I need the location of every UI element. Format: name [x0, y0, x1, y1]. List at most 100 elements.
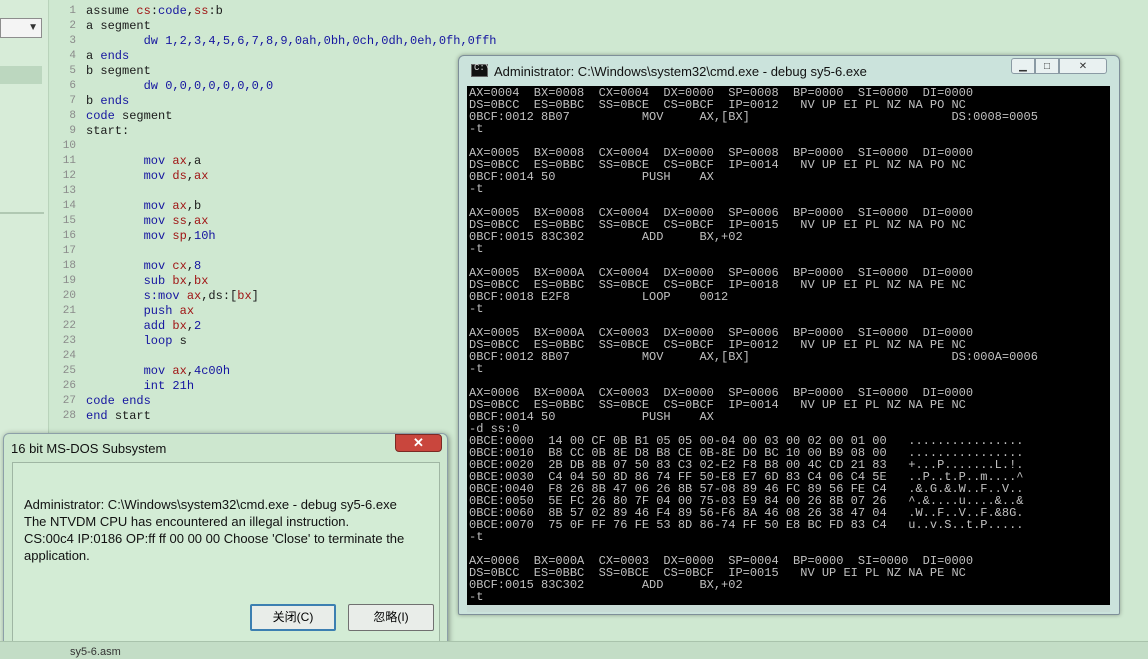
code-line[interactable]: b ends [86, 94, 496, 109]
maximize-button[interactable]: □ [1035, 58, 1059, 74]
console-line: -t [469, 182, 484, 196]
console-line: -t [469, 530, 484, 544]
cmd-title-bar[interactable]: C:\ Administrator: C:\Windows\system32\cm… [471, 63, 867, 79]
line-number: 21 [62, 305, 76, 317]
cmd-title-text: Administrator: C:\Windows\system32\cmd.e… [494, 64, 867, 79]
code-area[interactable]: assume cs:code,ss:b a segment dw 1,2,3,4,… [86, 4, 496, 424]
code-line[interactable]: mov ax,4c00h [86, 364, 496, 379]
code-token: , [186, 319, 195, 333]
close-app-button[interactable]: 关闭(C) [250, 604, 336, 631]
code-line[interactable]: end start [86, 409, 496, 424]
line-number: 15 [62, 215, 76, 227]
code-line[interactable]: a segment [86, 19, 496, 34]
console-line: 0BCF:0014 50 PUSH AX [469, 170, 714, 184]
line-number: 5 [69, 65, 76, 77]
code-line[interactable]: mov sp,10h [86, 229, 496, 244]
code-line[interactable]: mov ax,b [86, 199, 496, 214]
file-dropdown[interactable]: ▼ [0, 18, 42, 38]
code-token: mov [143, 199, 173, 213]
code-line[interactable]: code segment [86, 109, 496, 124]
line-number: 26 [62, 380, 76, 392]
code-line[interactable]: code ends [86, 394, 496, 409]
code-token: ax [172, 364, 187, 378]
dialog-message-line: application. [24, 548, 90, 563]
code-line[interactable]: add bx,2 [86, 319, 496, 334]
code-token: mov [143, 169, 173, 183]
line-number: 28 [62, 410, 76, 422]
code-line[interactable]: push ax [86, 304, 496, 319]
close-button[interactable]: ✕ [1059, 58, 1107, 74]
dialog-message-line: The NTVDM CPU has encountered an illegal… [24, 514, 350, 529]
code-token: push [143, 304, 180, 318]
dialog-message: Administrator: C:\Windows\system32\cmd.e… [24, 496, 424, 564]
code-token: cs [136, 4, 151, 18]
code-token: ] [251, 289, 259, 303]
line-number: 12 [62, 170, 76, 182]
minimize-button[interactable]: ▁ [1011, 58, 1035, 74]
code-token: add [143, 319, 173, 333]
line-number: 23 [62, 335, 76, 347]
line-number: 6 [69, 80, 76, 92]
code-token: s:mov [143, 289, 187, 303]
code-line[interactable]: assume cs:code,ss:b [86, 4, 496, 19]
code-line[interactable]: s:mov ax,ds:[bx] [86, 289, 496, 304]
console-line: -t [469, 242, 484, 256]
code-line[interactable]: dw 1,2,3,4,5,6,7,8,9,0ah,0bh,0ch,0dh,0eh… [86, 34, 497, 49]
code-token: b [86, 94, 101, 108]
line-number: 17 [62, 245, 76, 257]
code-line[interactable] [86, 184, 496, 199]
code-token: ax [194, 169, 209, 183]
chevron-down-icon[interactable]: ▼ [28, 22, 38, 33]
line-number: 1 [69, 5, 76, 17]
code-token: int [143, 379, 173, 393]
file-tab[interactable]: sy5-6.asm [70, 646, 121, 658]
console-icon: C:\ [471, 63, 490, 77]
code-token: mov [143, 214, 173, 228]
dialog-message-line: CS:00c4 IP:0186 OP:ff ff 00 00 00 Choose… [24, 531, 405, 546]
code-token: start [114, 409, 151, 423]
console-output[interactable]: AX=0004 BX=0008 CX=0004 DX=0000 SP=0008 … [467, 86, 1110, 605]
line-number: 11 [62, 155, 76, 167]
code-line[interactable]: sub bx,bx [86, 274, 496, 289]
code-token: sub [143, 274, 173, 288]
line-number: 7 [69, 95, 76, 107]
code-token: 4c00h [194, 364, 231, 378]
console-line: 0BCF:0012 8B07 MOV AX,[BX] DS:000A=0006 [469, 350, 1038, 364]
code-line[interactable]: a ends [86, 49, 496, 64]
code-line[interactable]: mov ss,ax [86, 214, 496, 229]
code-token: ax [172, 154, 187, 168]
console-line: -t [469, 362, 484, 376]
dialog-message-line: Administrator: C:\Windows\system32\cmd.e… [24, 497, 397, 512]
dialog-body: Administrator: C:\Windows\system32\cmd.e… [12, 462, 440, 646]
code-line[interactable]: b segment [86, 64, 496, 79]
console-line: 0BCF:0012 8B07 MOV AX,[BX] DS:0008=0005 [469, 110, 1038, 124]
code-token: ds [172, 169, 187, 183]
code-token: segment [114, 109, 173, 123]
code-line[interactable]: mov ds,ax [86, 169, 496, 184]
cmd-window[interactable]: C:\ Administrator: C:\Windows\system32\cm… [458, 55, 1120, 615]
left-panel-selected-row[interactable] [0, 66, 42, 84]
error-dialog[interactable]: 16 bit MS-DOS Subsystem ✕ Administrator:… [3, 433, 448, 654]
code-line[interactable] [86, 139, 496, 154]
ignore-button[interactable]: 忽略(I) [348, 604, 434, 631]
code-line[interactable]: int 21h [86, 379, 496, 394]
code-line[interactable]: mov ax,a [86, 154, 496, 169]
code-token: : [150, 4, 159, 18]
bottom-tab-strip: sy5-6.asm [0, 641, 1148, 659]
code-token: ax [179, 304, 195, 318]
code-token: bx [194, 274, 209, 288]
dialog-close-button[interactable]: ✕ [395, 434, 442, 452]
code-line[interactable]: loop s [86, 334, 496, 349]
code-line[interactable] [86, 244, 496, 259]
code-line[interactable] [86, 349, 496, 364]
code-token: , [186, 4, 195, 18]
code-token: ax [186, 289, 202, 303]
code-line[interactable]: dw 0,0,0,0,0,0,0,0 [86, 79, 496, 94]
code-token: bx [172, 319, 187, 333]
code-line[interactable]: start: [86, 124, 496, 139]
code-line[interactable]: mov cx,8 [86, 259, 496, 274]
